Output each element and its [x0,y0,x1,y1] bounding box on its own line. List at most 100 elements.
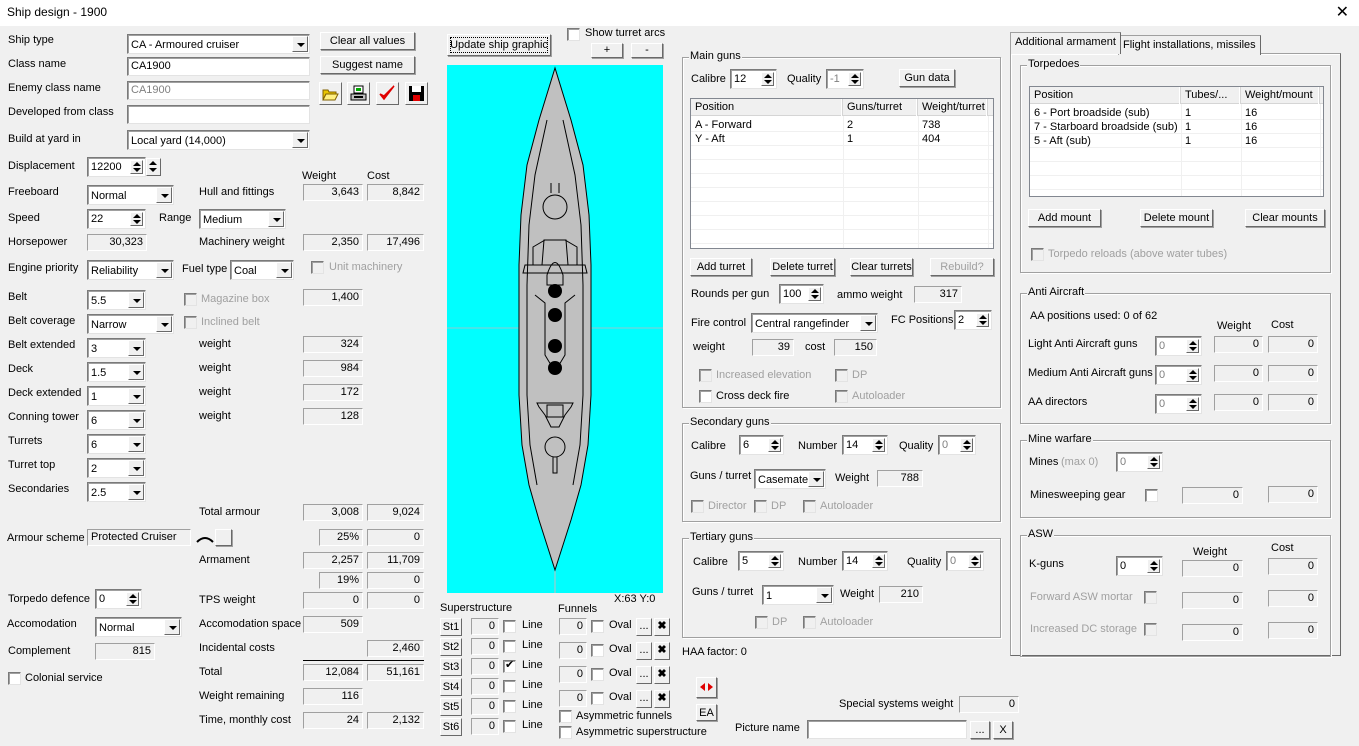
mirror-button[interactable] [696,677,717,698]
spin-arrows-icon[interactable] [761,72,774,86]
save-button[interactable] [405,82,428,105]
spin-arrows-icon[interactable] [960,438,973,452]
table-row[interactable]: 7 - Starboard broadside (sub) 1 16 [1030,120,1323,134]
column-header-position[interactable]: Position [691,99,843,116]
sec-dp-checkbox[interactable] [754,500,767,513]
cross-deck-fire-checkbox[interactable] [699,390,712,403]
picture-clear-button[interactable]: X [993,721,1013,739]
funnel-clear-button[interactable]: ✖ [654,618,670,636]
developed-from-input[interactable] [127,105,310,124]
chevron-down-icon[interactable] [128,436,144,452]
superstructure-button[interactable]: St4 [440,678,462,696]
main-dp-checkbox[interactable] [835,369,848,382]
spin-arrows-icon[interactable] [1147,559,1160,573]
main-guns-table[interactable]: Position Guns/turret Weight/turret A - F… [690,98,994,249]
chevron-down-icon[interactable] [156,262,172,278]
asymmetric-superstructure-checkbox[interactable] [559,726,572,739]
sec-autoloader-checkbox[interactable] [803,500,816,513]
enemy-class-input[interactable]: CA1900 [127,81,310,100]
funnel-clear-button[interactable]: ✖ [654,690,670,708]
chevron-down-icon[interactable] [268,211,284,227]
table-row[interactable]: Y - Aft 1 404 [691,132,993,146]
superstructure-button[interactable]: St3 [440,658,462,676]
main-calibre-spinner[interactable]: 12 [730,69,777,89]
column-header-guns-per-turret[interactable]: Guns/turret [843,99,918,116]
spin-arrows-icon[interactable] [130,212,143,226]
aa-row-spinner[interactable]: 0 [1155,336,1202,356]
spin-arrows-icon[interactable] [848,72,861,86]
funnel-oval-checkbox[interactable] [591,692,604,705]
asymmetric-funnels-checkbox[interactable] [559,710,572,723]
spin-arrows-icon[interactable] [968,554,981,568]
spin-arrows-icon[interactable] [1186,368,1199,382]
magazine-box-checkbox[interactable] [184,293,197,306]
chevron-down-icon[interactable] [816,587,832,603]
column-header-position[interactable]: Position [1030,87,1181,104]
add-mount-button[interactable]: Add mount [1028,209,1101,227]
picture-browse-button[interactable]: ... [970,721,990,739]
inclined-belt-checkbox[interactable] [184,316,197,329]
chevron-down-icon[interactable] [128,364,144,380]
chevron-down-icon[interactable] [276,262,292,278]
add-turret-button[interactable]: Add turret [690,258,752,276]
superstructure-line-checkbox[interactable] [503,640,516,653]
belt-extended-select[interactable]: 3 [87,338,146,358]
funnel-oval-checkbox[interactable] [591,668,604,681]
funnel-clear-button[interactable]: ✖ [654,666,670,684]
torpedoes-table[interactable]: Position Tubes/... Weight/mount 6 - Port… [1029,86,1324,197]
spin-arrows-icon[interactable] [1186,339,1199,353]
table-row[interactable]: A - Forward 2 738 [691,118,993,132]
superstructure-button[interactable]: St5 [440,698,462,716]
ter-number-spinner[interactable]: 14 [842,551,888,571]
ter-gpt-select[interactable]: 1 [762,585,834,605]
chevron-down-icon[interactable] [128,484,144,500]
tab-additional-armament[interactable]: Additional armament [1010,32,1121,54]
rebuild-button[interactable]: Rebuild? [930,258,994,276]
mines-spinner[interactable]: 0 [1116,452,1163,472]
ship-graphic-canvas[interactable] [447,65,663,593]
ship-type-select[interactable]: CA - Armoured cruiser [127,34,310,54]
sec-quality-spinner[interactable]: 0 [938,435,976,455]
ea-button[interactable]: EA [696,704,717,721]
chevron-down-icon[interactable] [128,412,144,428]
delete-mount-button[interactable]: Delete mount [1140,209,1213,227]
spin-arrows-icon[interactable] [872,554,885,568]
torpedo-reloads-checkbox[interactable] [1031,248,1044,261]
chevron-down-icon[interactable] [128,460,144,476]
chevron-down-icon[interactable] [808,471,824,487]
aa-row-spinner[interactable]: 0 [1155,394,1202,414]
table-row[interactable]: 6 - Port broadside (sub) 1 16 [1030,106,1323,120]
fc-positions-spinner[interactable]: 2 [954,310,992,330]
open-file-button[interactable] [319,82,342,105]
speed-spinner[interactable]: 22 [87,209,146,229]
class-name-input[interactable]: CA1900 [127,57,310,76]
deck-extended-select[interactable]: 1 [87,386,146,406]
displacement-spinner[interactable]: 12200 [87,157,146,177]
dc-storage-checkbox[interactable] [1144,623,1157,636]
chevron-down-icon[interactable] [156,316,172,332]
clear-all-values-button[interactable]: Clear all values [320,32,415,50]
funnel-clear-button[interactable]: ✖ [654,642,670,660]
gun-data-button[interactable]: Gun data [899,69,955,87]
turret-top-select[interactable]: 2 [87,458,146,478]
show-turret-arcs-checkbox[interactable] [567,28,580,41]
funnel-browse-button[interactable]: ... [636,618,652,636]
chevron-down-icon[interactable] [128,340,144,356]
freeboard-select[interactable]: Normal [87,185,174,205]
conning-tower-select[interactable]: 6 [87,410,146,430]
fire-control-select[interactable]: Central rangefinder [751,313,878,333]
secondaries-select[interactable]: 2.5 [87,482,146,502]
funnel-oval-checkbox[interactable] [591,644,604,657]
increased-elevation-checkbox[interactable] [699,369,712,382]
table-row[interactable]: 5 - Aft (sub) 1 16 [1030,134,1323,148]
sec-number-spinner[interactable]: 14 [842,435,888,455]
engine-priority-select[interactable]: Reliability [87,260,174,280]
kguns-spinner[interactable]: 0 [1116,556,1163,576]
ter-quality-spinner[interactable]: 0 [946,551,984,571]
spin-arrows-icon[interactable] [768,554,781,568]
chevron-down-icon[interactable] [156,187,172,203]
superstructure-line-checkbox[interactable] [503,620,516,633]
funnel-browse-button[interactable]: ... [636,666,652,684]
aa-row-spinner[interactable]: 0 [1155,365,1202,385]
belt-select[interactable]: 5.5 [87,290,146,310]
